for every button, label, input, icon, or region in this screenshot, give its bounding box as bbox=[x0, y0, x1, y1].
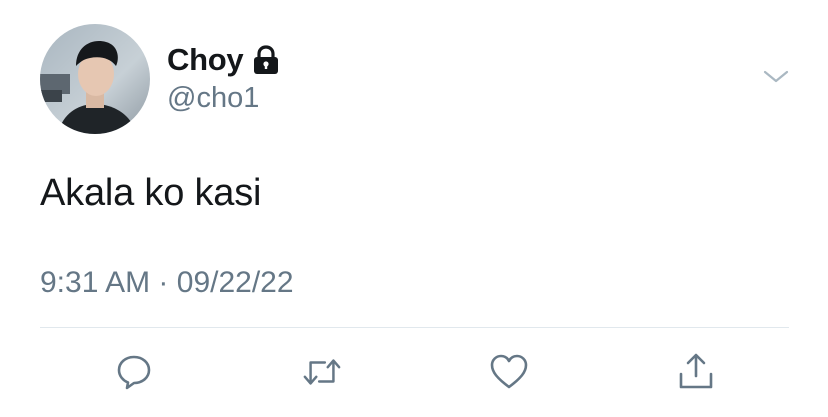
tweet-date: 09/22/22 bbox=[176, 266, 294, 299]
like-button[interactable] bbox=[489, 352, 529, 392]
avatar-photo bbox=[40, 24, 150, 134]
share-icon bbox=[679, 353, 713, 389]
display-name[interactable]: Choy bbox=[167, 42, 244, 78]
tweet-timestamp[interactable]: 9:31 AM · 09/22/22 bbox=[40, 266, 294, 300]
display-name-row: Choy bbox=[167, 40, 280, 80]
lock-icon bbox=[252, 45, 280, 75]
reply-icon bbox=[117, 355, 151, 390]
reply-button[interactable] bbox=[114, 352, 154, 392]
tweet-card: Choy @cho1 Akala ko kasi 9:31 AM · 09/22… bbox=[0, 0, 828, 417]
timestamp-separator: · bbox=[158, 266, 169, 299]
divider bbox=[40, 327, 789, 328]
retweet-button[interactable] bbox=[302, 352, 342, 392]
avatar[interactable] bbox=[40, 24, 150, 134]
tweet-text: Akala ko kasi bbox=[40, 172, 262, 214]
user-handle[interactable]: @cho1 bbox=[167, 82, 259, 115]
heart-icon bbox=[490, 354, 528, 389]
tweet-time: 9:31 AM bbox=[40, 266, 151, 299]
chevron-down-icon[interactable] bbox=[762, 66, 790, 86]
retweet-icon bbox=[303, 359, 341, 385]
share-button[interactable] bbox=[676, 352, 716, 392]
